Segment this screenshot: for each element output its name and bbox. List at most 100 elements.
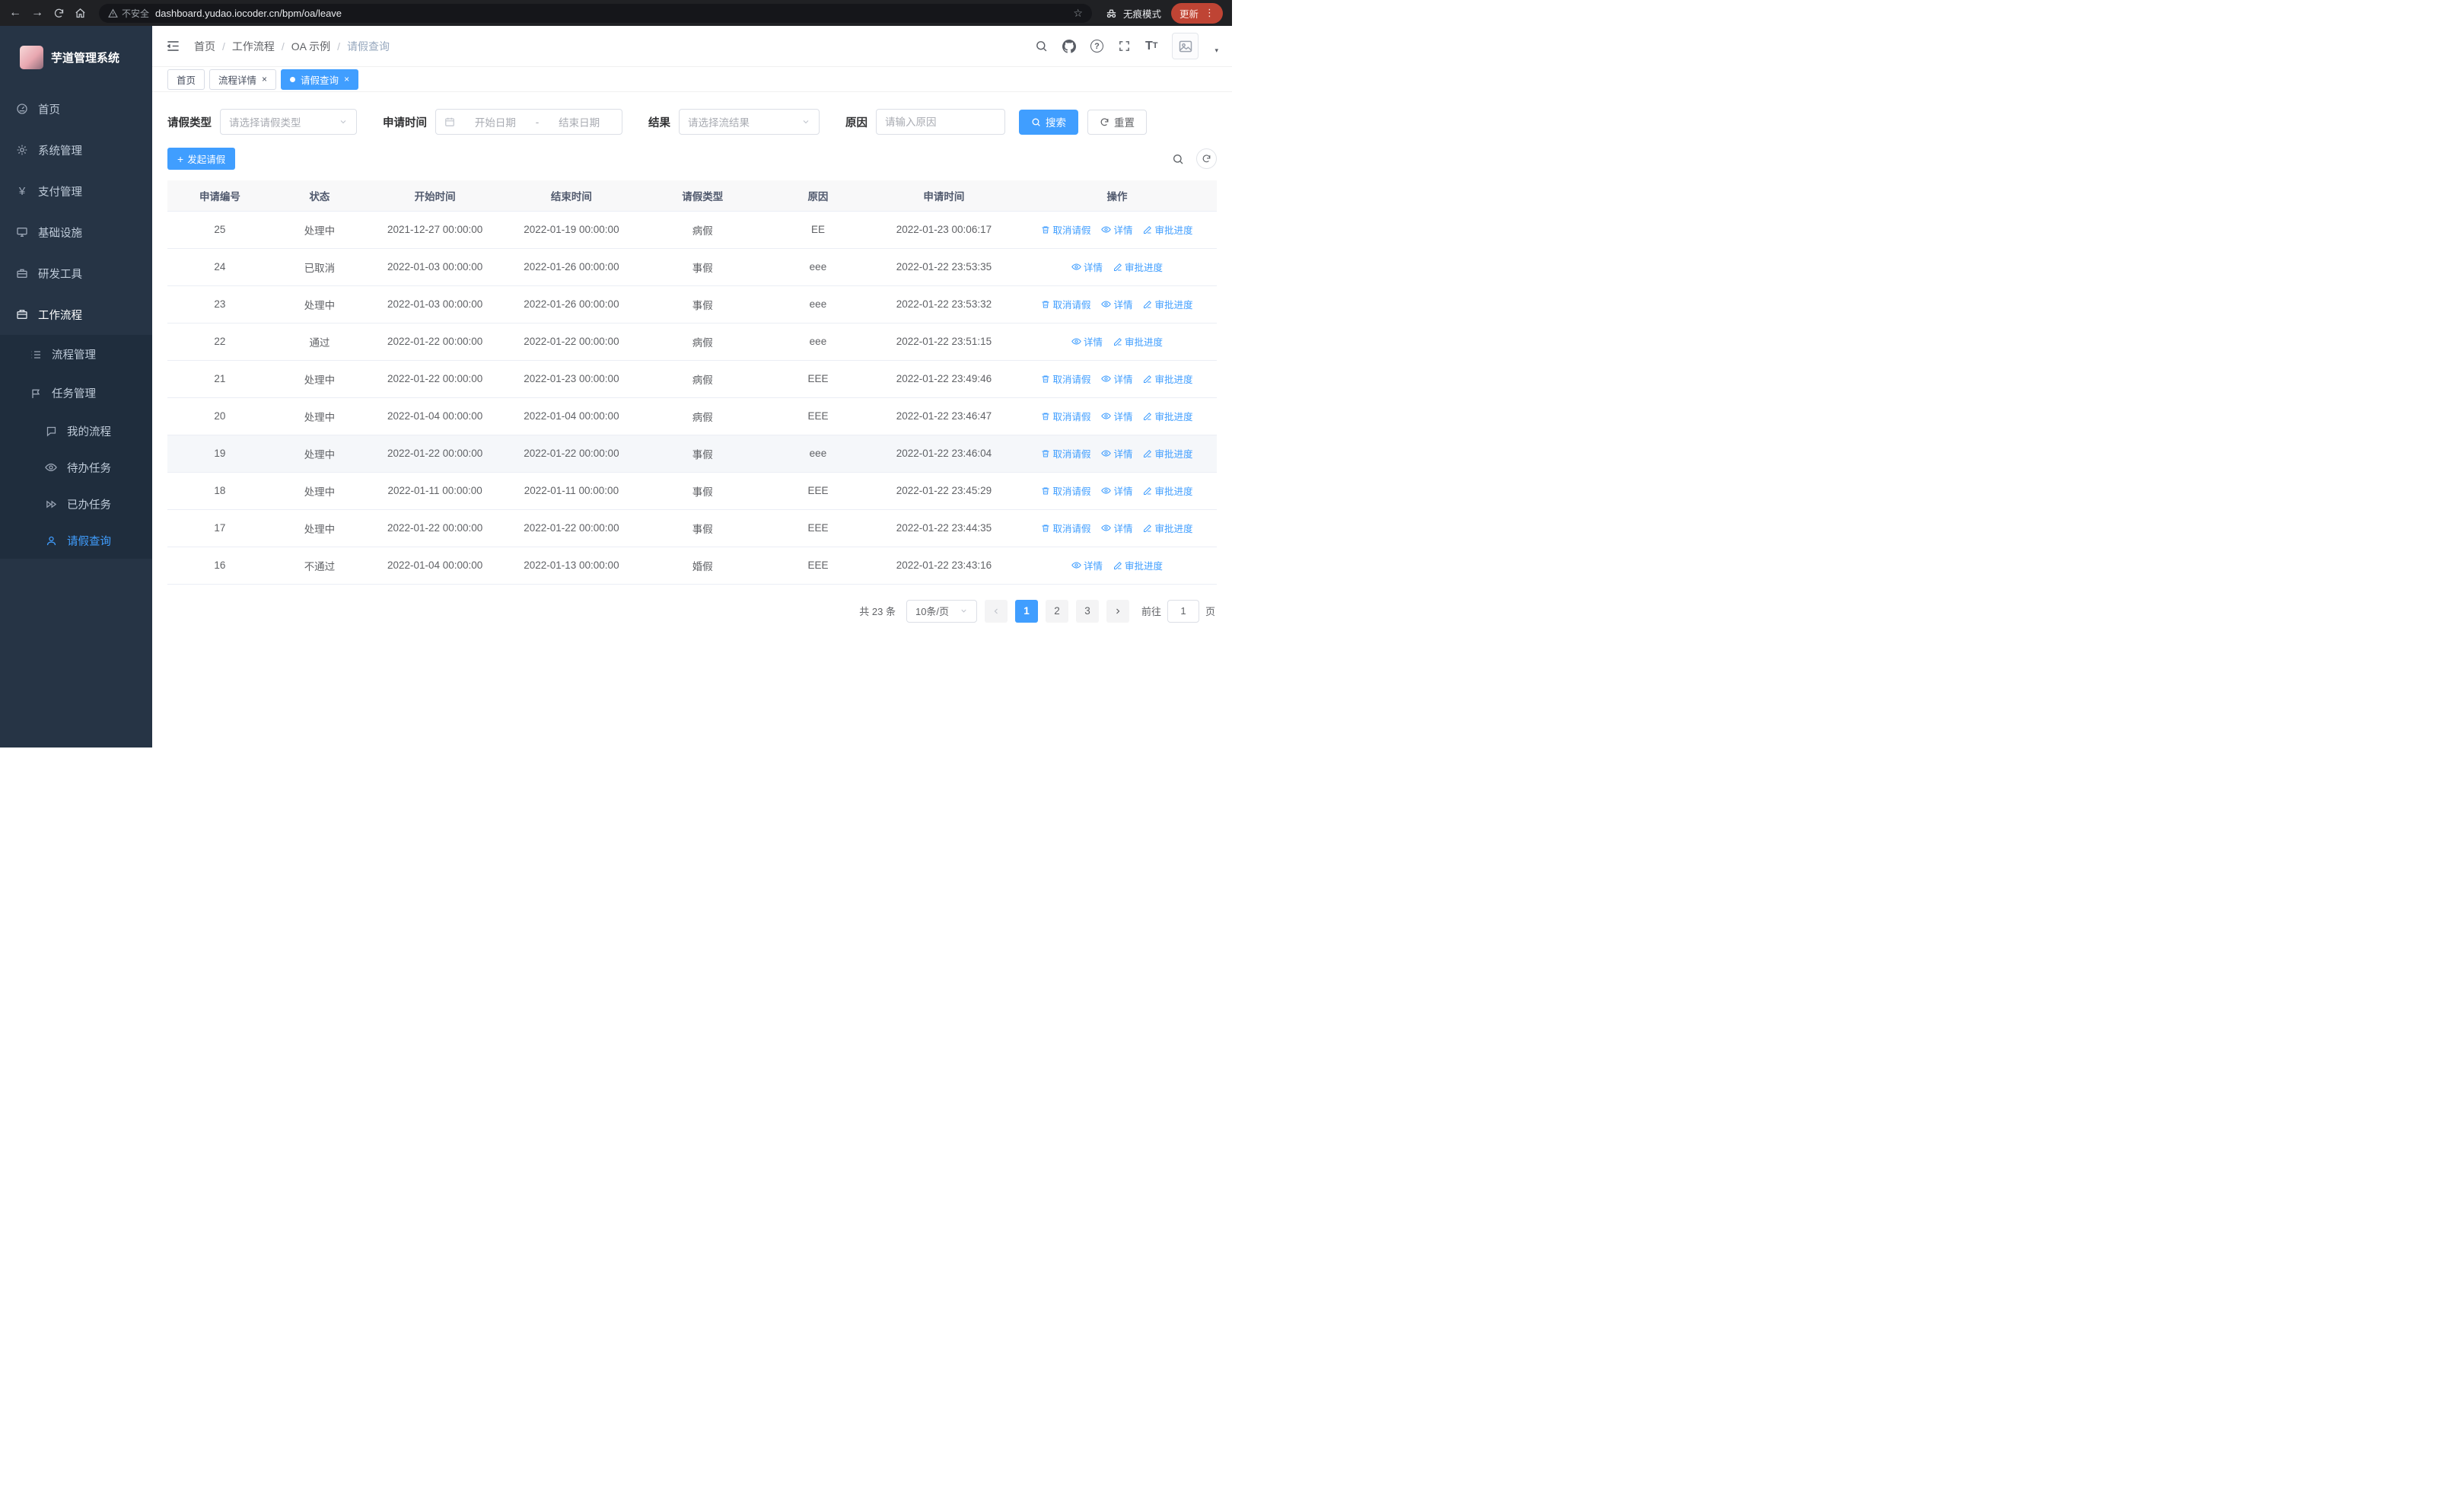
approval-progress-link[interactable]: 审批进度 [1113, 334, 1163, 349]
detail-link[interactable]: 详情 [1101, 409, 1132, 423]
close-icon[interactable]: × [262, 75, 267, 84]
reason-label: 原因 [845, 116, 867, 129]
goto-page-input[interactable] [1167, 599, 1199, 623]
sidebar-item-system[interactable]: 系统管理 [0, 129, 152, 171]
detail-link[interactable]: 详情 [1071, 558, 1103, 572]
bookmark-star-icon[interactable]: ☆ [1073, 7, 1083, 20]
breadcrumb-item[interactable]: OA 示例 [291, 39, 330, 54]
reload-button[interactable] [53, 8, 65, 19]
sidebar-item-payment[interactable]: ¥ 支付管理 [0, 171, 152, 212]
approval-progress-link[interactable]: 审批进度 [1143, 371, 1192, 386]
table-row[interactable]: 17 处理中 2022-01-22 00:00:00 2022-01-22 00:00… [167, 509, 1217, 547]
breadcrumb-item[interactable]: 首页 [194, 39, 215, 54]
detail-link[interactable]: 详情 [1101, 446, 1132, 461]
detail-link[interactable]: 详情 [1101, 483, 1132, 498]
forward-button[interactable]: → [31, 7, 43, 19]
detail-link[interactable]: 详情 [1101, 371, 1132, 386]
edit-icon [1113, 337, 1122, 346]
prev-page-button[interactable] [984, 599, 1008, 623]
close-icon[interactable]: × [344, 75, 349, 84]
detail-link[interactable]: 详情 [1071, 260, 1103, 274]
table-row[interactable]: 22 通过 2022-01-22 00:00:00 2022-01-22 00:00:… [167, 323, 1217, 361]
sidebar-item-leave-query[interactable]: 请假查询 [0, 522, 152, 559]
cancel-leave-link[interactable]: 取消请假 [1041, 483, 1090, 498]
reason-input[interactable] [876, 109, 1005, 135]
trash-icon [1041, 375, 1050, 384]
sidebar-item-infrastructure[interactable]: 基础设施 [0, 212, 152, 253]
page-size-select[interactable]: 10条/页 [906, 599, 977, 623]
table-row[interactable]: 20 处理中 2022-01-04 00:00:00 2022-01-04 00:00… [167, 397, 1217, 435]
detail-link[interactable]: 详情 [1101, 222, 1132, 237]
cancel-leave-link[interactable]: 取消请假 [1041, 297, 1090, 311]
sidebar-item-done-tasks[interactable]: 已办任务 [0, 486, 152, 522]
cancel-leave-link[interactable]: 取消请假 [1041, 371, 1090, 386]
sidebar-item-task-management[interactable]: 任务管理 [0, 374, 152, 413]
avatar[interactable] [1172, 33, 1199, 59]
table-row[interactable]: 25 处理中 2021-12-27 00:00:00 2022-01-19 00:00… [167, 211, 1217, 249]
result-select[interactable]: 请选择流结果 [679, 109, 820, 135]
approval-progress-link[interactable]: 审批进度 [1143, 483, 1192, 498]
leave-type-select[interactable]: 请选择请假类型 [220, 109, 357, 135]
sidebar-item-todo-tasks[interactable]: 待办任务 [0, 449, 152, 486]
approval-progress-link-label: 审批进度 [1154, 524, 1193, 535]
detail-link[interactable]: 详情 [1101, 297, 1132, 311]
next-page-button[interactable] [1106, 599, 1129, 623]
table-search-icon[interactable] [1172, 153, 1184, 165]
completed-tasks-icon [44, 499, 58, 510]
cancel-leave-link[interactable]: 取消请假 [1041, 409, 1090, 423]
approval-progress-link[interactable]: 审批进度 [1113, 558, 1163, 572]
breadcrumb-item[interactable]: 工作流程 [232, 39, 275, 54]
app-logo[interactable]: 芋道管理系统 [0, 26, 152, 88]
reset-button[interactable]: 重置 [1087, 109, 1147, 135]
approval-progress-link[interactable]: 审批进度 [1143, 446, 1192, 461]
table-row[interactable]: 16 不通过 2022-01-04 00:00:00 2022-01-13 00:00… [167, 547, 1217, 585]
page-button-2[interactable]: 2 [1045, 599, 1068, 623]
detail-link[interactable]: 详情 [1071, 334, 1103, 349]
search-icon[interactable] [1035, 40, 1048, 53]
help-icon[interactable]: ? [1090, 40, 1103, 53]
avatar-caret-icon[interactable]: ▾ [1214, 46, 1218, 59]
table-row[interactable]: 24 已取消 2022-01-03 00:00:00 2022-01-26 00:00… [167, 248, 1217, 286]
sidebar-item-my-process[interactable]: 我的流程 [0, 413, 152, 449]
home-button[interactable] [75, 8, 86, 19]
browser-menu-icon[interactable]: ⋮ [1205, 7, 1214, 19]
approval-progress-link[interactable]: 审批进度 [1143, 297, 1192, 311]
edit-icon [1143, 412, 1152, 421]
tab-leave-query[interactable]: 请假查询 × [281, 69, 359, 90]
incognito-label: 无痕模式 [1122, 8, 1161, 20]
tab-process-detail[interactable]: 流程详情 × [209, 69, 277, 90]
sidebar-item-workflow[interactable]: 工作流程 [0, 294, 152, 335]
search-button[interactable]: 搜索 [1019, 109, 1078, 135]
table-refresh-icon[interactable] [1196, 148, 1217, 169]
cancel-leave-link[interactable]: 取消请假 [1041, 521, 1090, 535]
browser-update-button[interactable]: 更新 ⋮ [1170, 2, 1223, 24]
table-row[interactable]: 23 处理中 2022-01-03 00:00:00 2022-01-26 00:00… [167, 285, 1217, 324]
page-button-1[interactable]: 1 [1014, 599, 1038, 623]
page-button-3[interactable]: 3 [1075, 599, 1099, 623]
sidebar-item-process-management[interactable]: 流程管理 [0, 335, 152, 374]
approval-progress-link[interactable]: 审批进度 [1143, 409, 1192, 423]
sidebar-item-devtools[interactable]: 研发工具 [0, 253, 152, 294]
detail-link[interactable]: 详情 [1101, 521, 1132, 535]
approval-progress-link[interactable]: 审批进度 [1113, 260, 1163, 274]
table-row[interactable]: 21 处理中 2022-01-22 00:00:00 2022-01-23 00:00… [167, 360, 1217, 398]
github-icon[interactable] [1062, 39, 1076, 53]
fullscreen-icon[interactable] [1118, 40, 1131, 53]
sidebar-item-home[interactable]: 首页 [0, 88, 152, 129]
approval-progress-link[interactable]: 审批进度 [1143, 222, 1192, 237]
page-content: 请假类型 请选择请假类型 申请时间 开始日期 - 结束日期 结果 请选择流结果 … [152, 92, 1232, 748]
back-button[interactable]: ← [9, 7, 21, 19]
font-size-icon[interactable]: TT [1145, 40, 1158, 53]
cancel-leave-link-label: 取消请假 [1052, 524, 1091, 535]
approval-progress-link[interactable]: 审批进度 [1143, 521, 1192, 535]
create-leave-button[interactable]: + 发起请假 [167, 148, 236, 170]
cancel-leave-link[interactable]: 取消请假 [1041, 446, 1090, 461]
security-warning[interactable]: 不安全 [108, 7, 149, 20]
apply-time-range-picker[interactable]: 开始日期 - 结束日期 [435, 109, 622, 135]
url-bar[interactable]: 不安全 dashboard.yudao.iocoder.cn/bpm/oa/le… [99, 3, 1092, 23]
collapse-menu-icon[interactable] [166, 39, 180, 53]
table-row[interactable]: 19 处理中 2022-01-22 00:00:00 2022-01-22 00:00… [167, 435, 1217, 473]
cancel-leave-link[interactable]: 取消请假 [1041, 222, 1090, 237]
tab-home[interactable]: 首页 [167, 69, 205, 90]
table-row[interactable]: 18 处理中 2022-01-11 00:00:00 2022-01-11 00:00… [167, 472, 1217, 510]
